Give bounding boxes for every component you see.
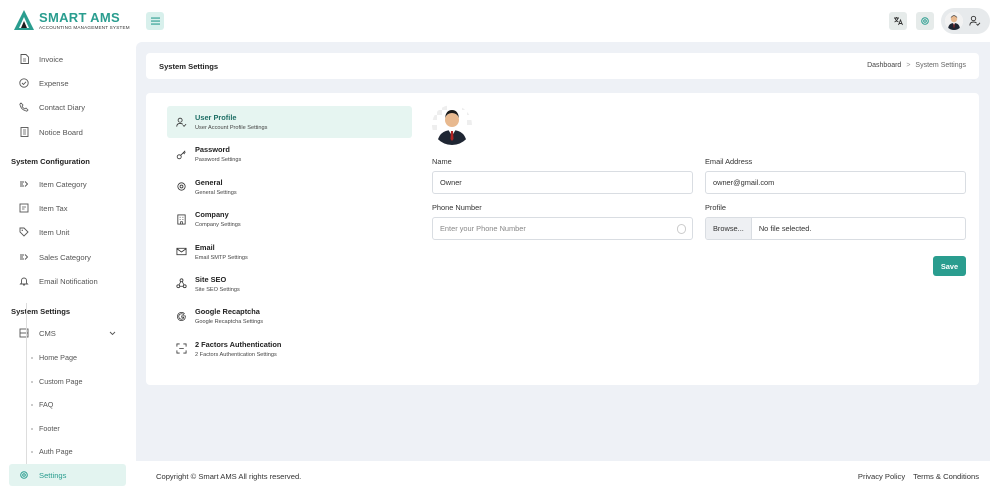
save-button[interactable]: Save bbox=[933, 256, 966, 276]
sidebar-item-notice-board[interactable]: Notice Board bbox=[9, 121, 126, 143]
cms-subtree-line bbox=[26, 303, 27, 466]
sidebar-section-settings: System Settings bbox=[11, 307, 71, 316]
sidebar-item-label: Expense bbox=[39, 78, 69, 88]
sidebar-subitem-footer[interactable]: Footer bbox=[31, 424, 60, 433]
phone-input[interactable]: Enter your Phone Number bbox=[432, 217, 693, 240]
category-icon bbox=[19, 179, 29, 189]
sidebar-subitem-auth-page[interactable]: Auth Page bbox=[31, 447, 73, 456]
breadcrumb: Dashboard > System Settings bbox=[867, 62, 966, 69]
sidebar-item-invoice[interactable]: Invoice bbox=[9, 48, 126, 70]
settings-menu-email[interactable]: Email Email SMTP Settings bbox=[167, 236, 412, 268]
terms-link[interactable]: Terms & Conditions bbox=[913, 472, 979, 481]
avatar bbox=[945, 12, 963, 30]
settings-button[interactable] bbox=[916, 12, 934, 30]
privacy-policy-link[interactable]: Privacy Policy bbox=[858, 472, 905, 481]
sidebar-item-label: Item Tax bbox=[39, 203, 68, 213]
browse-button[interactable]: Browse... bbox=[706, 218, 752, 239]
key-icon bbox=[175, 148, 187, 160]
settings-menu-password[interactable]: Password Password Settings bbox=[167, 138, 412, 170]
number-stepper[interactable] bbox=[677, 224, 686, 234]
sidebar-item-label: Contact Diary bbox=[39, 102, 86, 112]
file-icon bbox=[19, 54, 29, 64]
sidebar-item-label: Invoice bbox=[39, 54, 64, 64]
chevron-down-icon bbox=[109, 331, 116, 336]
sidebar-item-label: Notice Board bbox=[39, 127, 83, 137]
profile-label: Profile bbox=[705, 203, 726, 212]
sidebar-item-contact-diary[interactable]: Contact Diary bbox=[9, 96, 126, 118]
sidebar-subitem-home-page[interactable]: Home Page bbox=[31, 353, 77, 362]
email-input[interactable]: owner@gmail.com bbox=[705, 171, 966, 194]
settings-menu-google-recaptcha[interactable]: Google Recaptcha Google Recaptcha Setting… bbox=[167, 300, 412, 332]
phone-placeholder: Enter your Phone Number bbox=[440, 224, 526, 233]
hamburger-icon bbox=[150, 17, 160, 25]
sidebar-subitem-faq[interactable]: FAQ bbox=[31, 400, 53, 409]
sidebar-item-item-unit[interactable]: Item Unit bbox=[9, 221, 126, 243]
profile-avatar[interactable] bbox=[432, 105, 472, 145]
email-label: Email Address bbox=[705, 157, 753, 166]
settings-menu-2fa[interactable]: 2 Factors Authentication 2 Factors Authen… bbox=[167, 333, 412, 365]
building-icon bbox=[175, 213, 187, 225]
breadcrumb-dashboard-link[interactable]: Dashboard bbox=[867, 62, 901, 69]
sidebar-item-label: CMS bbox=[39, 328, 56, 338]
logo-icon bbox=[13, 9, 35, 31]
sidebar-item-label: Sales Category bbox=[39, 252, 91, 262]
sidebar-item-label: Item Category bbox=[39, 179, 87, 189]
google-icon bbox=[175, 310, 187, 322]
scan-icon bbox=[175, 343, 187, 355]
breadcrumb-current: System Settings bbox=[915, 62, 966, 69]
footer-copyright: Copyright © Smart AMS All rights reserve… bbox=[156, 472, 302, 481]
user-check-icon bbox=[969, 15, 981, 26]
bell-icon bbox=[19, 276, 29, 286]
sidebar-item-settings[interactable]: Settings bbox=[9, 464, 126, 486]
settings-menu-site-seo[interactable]: Site SEO Site SEO Settings bbox=[167, 268, 412, 300]
translate-icon bbox=[894, 17, 903, 26]
sidebar-item-label: Email Notification bbox=[39, 276, 98, 286]
settings-menu: User Profile User Account Profile Setting… bbox=[167, 106, 412, 365]
settings-menu-company[interactable]: Company Company Settings bbox=[167, 203, 412, 235]
page-header-card: System Settings Dashboard > System Setti… bbox=[146, 53, 979, 79]
gear-icon bbox=[175, 181, 187, 193]
language-button[interactable] bbox=[889, 12, 907, 30]
sidebar-item-label: Item Unit bbox=[39, 227, 70, 237]
name-label: Name bbox=[432, 157, 452, 166]
sidebar-item-item-tax[interactable]: Item Tax bbox=[9, 197, 126, 219]
phone-icon bbox=[19, 102, 29, 112]
gear-icon bbox=[921, 17, 929, 25]
sidebar-item-item-category[interactable]: Item Category bbox=[9, 173, 126, 195]
sidebar-subitem-custom-page[interactable]: Custom Page bbox=[31, 377, 83, 386]
settings-menu-general[interactable]: General General Settings bbox=[167, 171, 412, 203]
brand-logo[interactable]: SMART AMS ACCOUNTING MANAGEMENT SYSTEM bbox=[13, 9, 130, 31]
layout-icon bbox=[19, 328, 29, 338]
settings-menu-user-profile[interactable]: User Profile User Account Profile Setting… bbox=[167, 106, 412, 139]
tax-icon bbox=[19, 203, 29, 213]
tag-icon bbox=[19, 227, 29, 237]
check-circle-icon bbox=[19, 78, 29, 88]
category-icon bbox=[19, 252, 29, 262]
notebook-icon bbox=[19, 127, 29, 137]
sidebar-item-expense[interactable]: Expense bbox=[9, 72, 126, 94]
sidebar-item-label: Settings bbox=[39, 470, 67, 480]
sidebar-item-email-notification[interactable]: Email Notification bbox=[9, 270, 126, 292]
user-check-icon bbox=[175, 116, 187, 128]
file-status: No file selected. bbox=[758, 224, 812, 233]
gear-icon bbox=[19, 470, 29, 480]
page-title: System Settings bbox=[159, 62, 219, 71]
sidebar-toggle-button[interactable] bbox=[146, 12, 164, 30]
settings-card: User Profile User Account Profile Setting… bbox=[146, 93, 979, 385]
mail-icon bbox=[175, 246, 187, 258]
brand-subtitle: ACCOUNTING MANAGEMENT SYSTEM bbox=[39, 24, 130, 30]
sidebar-section-config: System Configuration bbox=[11, 157, 90, 166]
footer-links: Privacy Policy Terms & Conditions bbox=[858, 472, 979, 481]
phone-label: Phone Number bbox=[432, 203, 482, 212]
breadcrumb-separator: > bbox=[906, 62, 911, 69]
name-input[interactable]: Owner bbox=[432, 171, 693, 194]
profile-file-input[interactable]: Browse... No file selected. bbox=[705, 217, 966, 240]
brand-title: SMART AMS bbox=[39, 9, 120, 25]
network-icon bbox=[175, 278, 187, 290]
sidebar-item-sales-category[interactable]: Sales Category bbox=[9, 246, 126, 268]
top-header: SMART AMS ACCOUNTING MANAGEMENT SYSTEM bbox=[0, 0, 1000, 42]
user-menu[interactable] bbox=[941, 8, 990, 34]
